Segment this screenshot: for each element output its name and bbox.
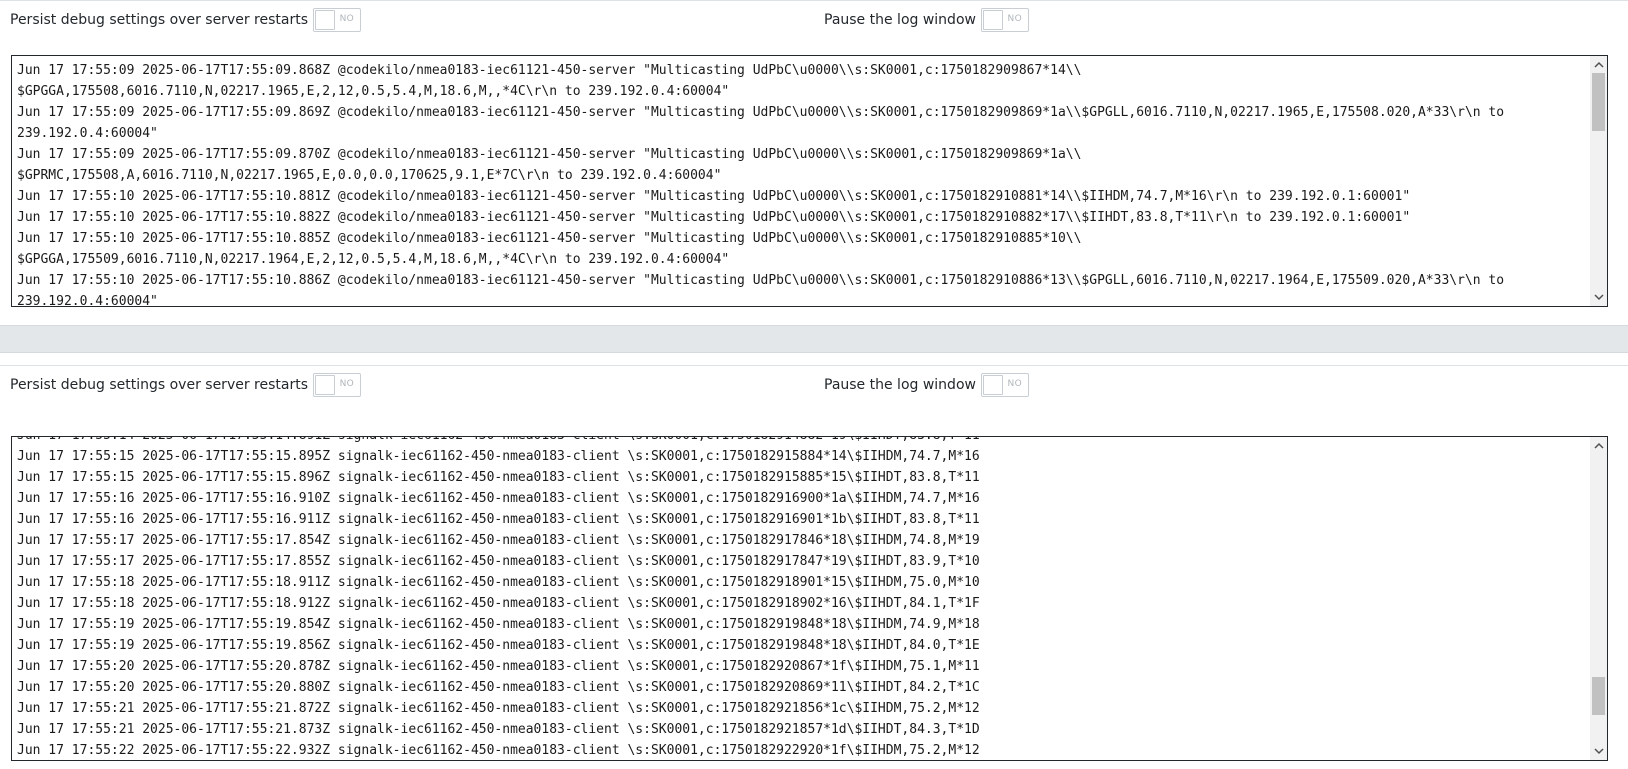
pause-label: Pause the log window — [824, 12, 976, 28]
toggle-state-text: NO — [339, 379, 355, 389]
log-lines: Jun 17 17:55:09 2025-06-17T17:55:09.868Z… — [12, 60, 1590, 307]
toggle-state-text: NO — [1007, 379, 1022, 389]
persist-setting: Persist debug settings over server resta… — [10, 373, 362, 397]
pause-toggle[interactable]: NO — [980, 373, 1029, 397]
log-line: Jun 17 17:55:09 2025-06-17T17:55:09.870Z… — [17, 147, 1082, 162]
toggle-knob — [982, 10, 1003, 30]
log-line: Jun 17 17:55:20 2025-06-17T17:55:20.878Z… — [17, 659, 980, 674]
debug-panel-top: Persist debug settings over server resta… — [0, 0, 1628, 325]
log-line: Jun 17 17:55:10 2025-06-17T17:55:10.885Z… — [17, 231, 1082, 246]
log-line: Jun 17 17:55:19 2025-06-17T17:55:19.856Z… — [17, 638, 980, 653]
toggle-knob — [982, 375, 1003, 395]
log-line: Jun 17 17:55:19 2025-06-17T17:55:19.854Z… — [17, 617, 980, 632]
log-line: Jun 17 17:55:17 2025-06-17T17:55:17.855Z… — [17, 554, 980, 569]
log-line: Jun 17 17:55:10 2025-06-17T17:55:10.882Z… — [17, 210, 1411, 225]
pause-setting: Pause the log window NO — [824, 8, 1029, 32]
toggle-state-text: NO — [1007, 14, 1022, 24]
log-line: Jun 17 17:55:18 2025-06-17T17:55:18.911Z… — [17, 575, 980, 590]
persist-toggle[interactable]: NO — [313, 8, 362, 32]
log-line: $GPGGA,175509,6016.7110,N,02217.1964,E,2… — [17, 252, 730, 267]
log-line: Jun 17 17:55:21 2025-06-17T17:55:21.872Z… — [17, 701, 980, 716]
vertical-scrollbar[interactable] — [1590, 437, 1607, 760]
chevron-down-icon[interactable] — [1590, 743, 1607, 760]
debug-controls: Persist debug settings over server resta… — [0, 366, 1628, 402]
log-line: $GPRMC,175508,A,6016.7110,N,02217.1965,E… — [17, 168, 722, 183]
scroll-thumb[interactable] — [1592, 677, 1605, 715]
persist-toggle[interactable]: NO — [313, 373, 362, 397]
scroll-thumb[interactable] — [1592, 73, 1605, 131]
log-line: Jun 17 17:55:16 2025-06-17T17:55:16.910Z… — [17, 491, 980, 506]
log-line: $GPGGA,175508,6016.7110,N,02217.1965,E,2… — [17, 84, 730, 99]
log-line: Jun 17 17:55:10 2025-06-17T17:55:10.886Z… — [17, 273, 1505, 288]
log-line: Jun 17 17:55:09 2025-06-17T17:55:09.868Z… — [17, 63, 1082, 78]
log-line: Jun 17 17:55:14 2025-06-17T17:55:14.891Z… — [17, 437, 1590, 446]
log-line: Jun 17 17:55:18 2025-06-17T17:55:18.912Z… — [17, 596, 980, 611]
log-line: Jun 17 17:55:17 2025-06-17T17:55:17.854Z… — [17, 533, 980, 548]
log-line: 239.192.0.4:60004" — [17, 294, 158, 307]
toggle-knob — [315, 10, 336, 30]
persist-label: Persist debug settings over server resta… — [10, 12, 309, 28]
log-line: Jun 17 17:55:16 2025-06-17T17:55:16.911Z… — [17, 512, 980, 527]
persist-setting: Persist debug settings over server resta… — [10, 8, 362, 32]
pause-label: Pause the log window — [824, 377, 976, 393]
toggle-state-text: NO — [339, 14, 355, 24]
vertical-scrollbar[interactable] — [1590, 56, 1607, 306]
log-window[interactable]: Jun 17 17:55:14 2025-06-17T17:55:14.891Z… — [11, 436, 1608, 761]
log-line: Jun 17 17:55:22 2025-06-17T17:55:22.932Z… — [17, 743, 980, 758]
log-line: 239.192.0.4:60004" — [17, 126, 158, 141]
log-line: Jun 17 17:55:21 2025-06-17T17:55:21.873Z… — [17, 722, 980, 737]
pause-toggle[interactable]: NO — [980, 8, 1029, 32]
toggle-knob — [315, 375, 336, 395]
debug-panel-bottom: Persist debug settings over server resta… — [0, 365, 1628, 769]
splitter-band[interactable] — [0, 325, 1628, 353]
chevron-up-icon[interactable] — [1590, 437, 1607, 454]
persist-label: Persist debug settings over server resta… — [10, 377, 309, 393]
log-line: Jun 17 17:55:20 2025-06-17T17:55:20.880Z… — [17, 680, 980, 695]
log-lines: Jun 17 17:55:14 2025-06-17T17:55:14.891Z… — [12, 437, 1590, 760]
log-line: Jun 17 17:55:15 2025-06-17T17:55:15.896Z… — [17, 470, 980, 485]
log-line: Jun 17 17:55:09 2025-06-17T17:55:09.869Z… — [17, 105, 1505, 120]
pause-setting: Pause the log window NO — [824, 373, 1029, 397]
log-line: Jun 17 17:55:10 2025-06-17T17:55:10.881Z… — [17, 189, 1411, 204]
chevron-up-icon[interactable] — [1590, 56, 1607, 73]
log-window[interactable]: Jun 17 17:55:09 2025-06-17T17:55:09.868Z… — [11, 55, 1608, 307]
log-line: Jun 17 17:55:15 2025-06-17T17:55:15.895Z… — [17, 449, 980, 464]
debug-controls: Persist debug settings over server resta… — [0, 1, 1628, 37]
chevron-down-icon[interactable] — [1590, 289, 1607, 306]
